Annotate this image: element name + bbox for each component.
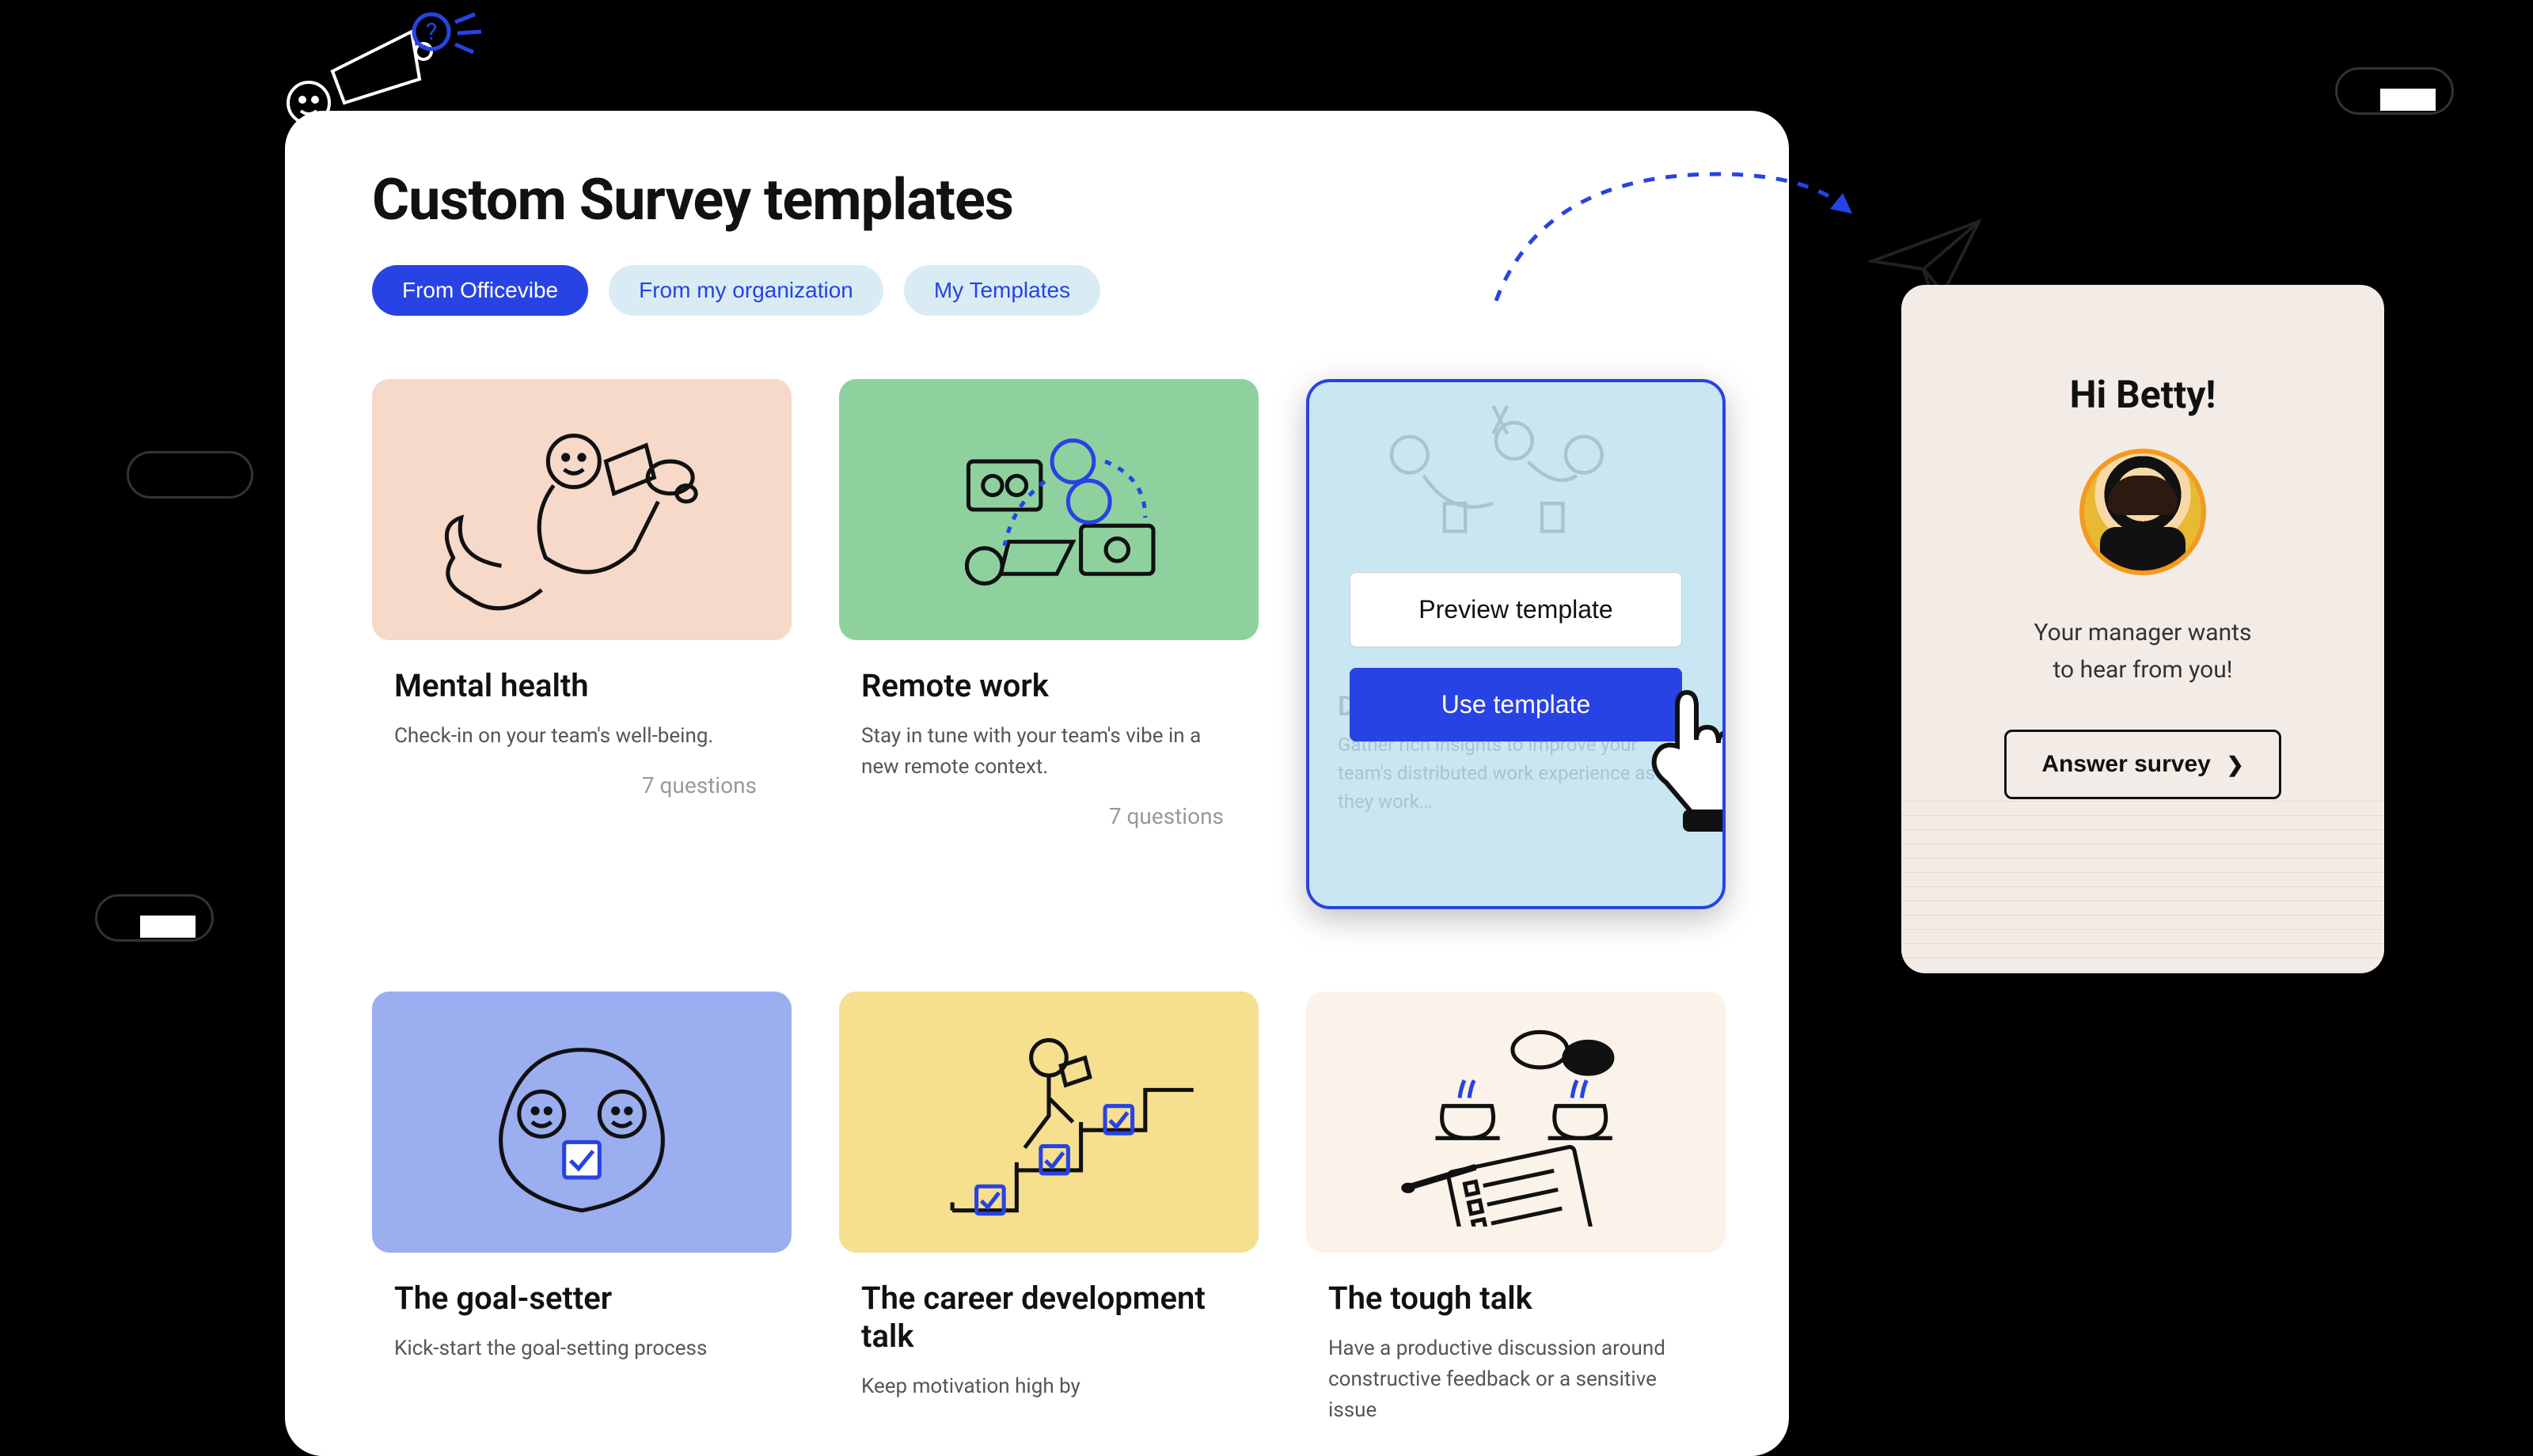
template-question-count: 7 questions bbox=[839, 803, 1224, 829]
answer-survey-button[interactable]: Answer survey ❯ bbox=[2004, 730, 2280, 799]
use-template-button[interactable]: Use template bbox=[1350, 668, 1682, 741]
template-title: The career development talk bbox=[861, 1280, 1259, 1356]
template-card-career-dev[interactable]: The career development talk Keep motivat… bbox=[839, 992, 1259, 1447]
survey-prompt-card: Hi Betty! Your manager wants to hear fro… bbox=[1901, 285, 2384, 973]
template-card-selected[interactable]: Preview template Use template D Gather r… bbox=[1306, 379, 1726, 936]
template-title: Mental health bbox=[394, 667, 792, 705]
survey-greeting: Hi Betty! bbox=[1901, 372, 2384, 417]
cloud-icon bbox=[2335, 67, 2454, 115]
cloud-icon bbox=[95, 894, 214, 942]
template-title: Remote work bbox=[861, 667, 1259, 705]
survey-message: Your manager wants to hear from you! bbox=[1901, 615, 2384, 688]
template-question-count: 7 questions bbox=[372, 772, 757, 798]
survey-message-line1: Your manager wants bbox=[2034, 619, 2252, 646]
template-card-goal-setter[interactable]: The goal-setter Kick-start the goal-sett… bbox=[372, 992, 792, 1447]
template-title: The tough talk bbox=[1328, 1280, 1726, 1318]
svg-text:?: ? bbox=[426, 18, 437, 46]
template-description: Keep motivation high by bbox=[861, 1371, 1243, 1402]
illustration-mental-health bbox=[372, 379, 792, 640]
filter-from-org[interactable]: From my organization bbox=[609, 265, 883, 316]
chevron-right-icon: ❯ bbox=[2227, 753, 2244, 777]
illustration-career-dev bbox=[839, 992, 1259, 1253]
template-description: Check-in on your team's well-being. bbox=[394, 721, 776, 752]
template-card-remote-work[interactable]: Remote work Stay in tune with your team'… bbox=[839, 379, 1259, 936]
answer-survey-label: Answer survey bbox=[2041, 751, 2210, 778]
cloud-icon bbox=[127, 451, 253, 499]
hand-cursor-icon bbox=[1635, 677, 1726, 835]
template-card-mental-health[interactable]: Mental health Check-in on your team's we… bbox=[372, 379, 792, 936]
template-description: Have a productive discussion around cons… bbox=[1328, 1333, 1710, 1426]
template-description-ghost: Gather rich insights to improve your tea… bbox=[1338, 730, 1675, 816]
illustration-selected: Preview template Use template D Gather r… bbox=[1306, 379, 1726, 909]
illustration-goal-setter bbox=[372, 992, 792, 1253]
illustration-tough-talk bbox=[1306, 992, 1726, 1253]
template-title: The goal-setter bbox=[394, 1280, 792, 1318]
preview-template-button[interactable]: Preview template bbox=[1350, 572, 1682, 647]
template-grid: Mental health Check-in on your team's we… bbox=[372, 379, 1718, 1447]
template-description: Stay in tune with your team's vibe in a … bbox=[861, 721, 1243, 783]
survey-message-line2: to hear from you! bbox=[2053, 656, 2233, 684]
template-card-tough-talk[interactable]: The tough talk Have a productive discuss… bbox=[1306, 992, 1726, 1447]
template-description: Kick-start the goal-setting process bbox=[394, 1333, 776, 1364]
illustration-remote-work bbox=[839, 379, 1259, 640]
avatar bbox=[2079, 449, 2206, 575]
filter-my-templates[interactable]: My Templates bbox=[904, 265, 1100, 316]
filter-from-officevibe[interactable]: From Officevibe bbox=[372, 265, 588, 316]
fade-pattern bbox=[1901, 799, 2384, 973]
dashed-arrow-icon bbox=[1480, 158, 1876, 317]
